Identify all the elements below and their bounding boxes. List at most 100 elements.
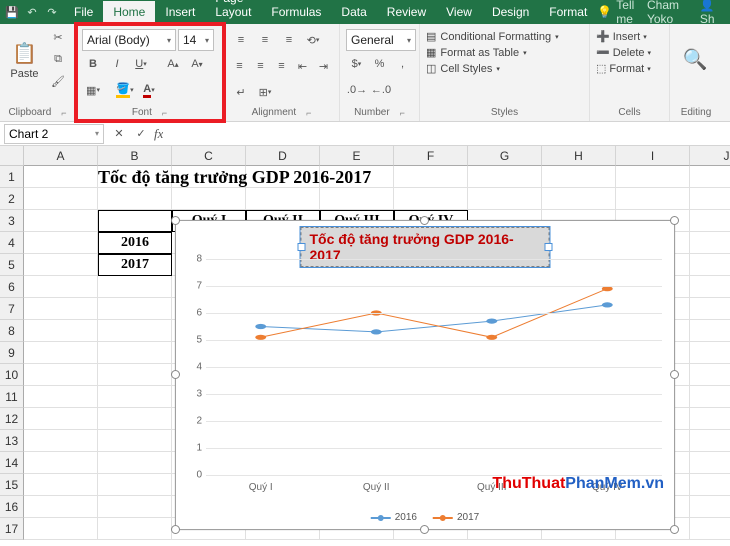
paste-button[interactable]: 📋 Paste bbox=[6, 26, 43, 94]
cell[interactable] bbox=[24, 386, 98, 408]
cell[interactable] bbox=[24, 166, 98, 188]
row-header[interactable]: 13 bbox=[0, 430, 24, 452]
cell[interactable] bbox=[24, 210, 98, 232]
tab-file[interactable]: File bbox=[64, 1, 103, 24]
tab-home[interactable]: Home bbox=[103, 1, 155, 24]
cell[interactable] bbox=[24, 518, 98, 540]
cell-styles-button[interactable]: ◫Cell Styles ▾ bbox=[426, 62, 583, 75]
row-header[interactable]: 11 bbox=[0, 386, 24, 408]
cell[interactable] bbox=[616, 188, 690, 210]
dialog-launcher-icon[interactable]: ⌐ bbox=[306, 108, 311, 118]
spreadsheet-grid[interactable]: ABCDEFGHIJ 1234567891011121314151617 Quý… bbox=[0, 146, 730, 546]
tab-design[interactable]: Design bbox=[482, 1, 539, 24]
tell-me[interactable]: 💡 Tell me bbox=[597, 0, 639, 26]
grow-font-button[interactable]: A▴ bbox=[162, 53, 184, 75]
cell[interactable] bbox=[24, 408, 98, 430]
column-header[interactable]: B bbox=[98, 146, 172, 166]
cell[interactable] bbox=[98, 342, 172, 364]
cell[interactable] bbox=[24, 364, 98, 386]
align-bottom-button[interactable]: ≡ bbox=[278, 29, 300, 51]
column-header[interactable]: F bbox=[394, 146, 468, 166]
format-painter-button[interactable]: 🖌 bbox=[47, 70, 69, 92]
cell[interactable] bbox=[98, 518, 172, 540]
indent-inc-button[interactable]: ⇥ bbox=[314, 55, 333, 77]
row-header[interactable]: 8 bbox=[0, 320, 24, 342]
cell[interactable] bbox=[98, 320, 172, 342]
number-format-combo[interactable]: General▾ bbox=[346, 29, 416, 51]
cell[interactable] bbox=[690, 298, 730, 320]
cell[interactable] bbox=[24, 188, 98, 210]
cell[interactable] bbox=[320, 188, 394, 210]
cell[interactable] bbox=[394, 166, 468, 188]
cell[interactable] bbox=[468, 166, 542, 188]
cell[interactable] bbox=[98, 276, 172, 298]
row-header[interactable]: 16 bbox=[0, 496, 24, 518]
underline-button[interactable]: U▾ bbox=[130, 53, 152, 75]
cell[interactable] bbox=[24, 452, 98, 474]
column-header[interactable]: D bbox=[246, 146, 320, 166]
cancel-formula-button[interactable]: ✕ bbox=[108, 123, 130, 145]
cell[interactable] bbox=[246, 188, 320, 210]
cell[interactable]: 2017 bbox=[98, 254, 172, 276]
column-header[interactable]: C bbox=[172, 146, 246, 166]
resize-handle[interactable] bbox=[420, 216, 429, 225]
dialog-launcher-icon[interactable]: ⌐ bbox=[61, 108, 66, 118]
inc-decimal-button[interactable]: .0→ bbox=[346, 79, 368, 101]
redo-icon[interactable]: ↷ bbox=[44, 4, 60, 20]
cell[interactable] bbox=[690, 386, 730, 408]
row-header[interactable]: 4 bbox=[0, 232, 24, 254]
chart-data-point[interactable] bbox=[255, 324, 266, 329]
cell[interactable] bbox=[98, 496, 172, 518]
resize-handle[interactable] bbox=[420, 525, 429, 534]
tab-format[interactable]: Format bbox=[539, 1, 597, 24]
resize-handle[interactable] bbox=[670, 216, 679, 225]
cell[interactable] bbox=[98, 298, 172, 320]
column-header[interactable]: H bbox=[542, 146, 616, 166]
cell[interactable] bbox=[690, 320, 730, 342]
cell[interactable] bbox=[468, 188, 542, 210]
resize-handle[interactable] bbox=[171, 370, 180, 379]
align-center-button[interactable]: ≡ bbox=[251, 55, 270, 77]
indent-dec-button[interactable]: ⇤ bbox=[293, 55, 312, 77]
cell[interactable] bbox=[616, 166, 690, 188]
formula-input[interactable] bbox=[163, 124, 730, 144]
font-name-combo[interactable]: Arial (Body)▾ bbox=[82, 29, 176, 51]
cell[interactable]: 2016 bbox=[98, 232, 172, 254]
wrap-text-button[interactable]: ↵ bbox=[230, 81, 252, 103]
resize-handle[interactable] bbox=[670, 370, 679, 379]
resize-handle[interactable] bbox=[171, 525, 180, 534]
cell[interactable] bbox=[98, 430, 172, 452]
editing-button[interactable]: 🔍 bbox=[676, 26, 714, 94]
delete-cells-button[interactable]: ➖Delete ▾ bbox=[596, 46, 663, 59]
italic-button[interactable]: I bbox=[106, 53, 128, 75]
copy-button[interactable]: ⧉ bbox=[47, 48, 69, 70]
cell[interactable] bbox=[394, 188, 468, 210]
row-header[interactable]: 9 bbox=[0, 342, 24, 364]
format-as-table-button[interactable]: ▦Format as Table ▾ bbox=[426, 46, 583, 59]
cell[interactable] bbox=[690, 188, 730, 210]
row-header[interactable]: 15 bbox=[0, 474, 24, 496]
row-header[interactable]: 1 bbox=[0, 166, 24, 188]
cell[interactable] bbox=[98, 386, 172, 408]
dec-decimal-button[interactable]: ←.0 bbox=[370, 79, 392, 101]
row-header[interactable]: 14 bbox=[0, 452, 24, 474]
enter-formula-button[interactable]: ✓ bbox=[130, 123, 152, 145]
cell[interactable] bbox=[690, 166, 730, 188]
align-left-button[interactable]: ≡ bbox=[230, 55, 249, 77]
cell[interactable] bbox=[690, 276, 730, 298]
cell[interactable] bbox=[98, 474, 172, 496]
bold-button[interactable]: B bbox=[82, 53, 104, 75]
row-header[interactable]: 5 bbox=[0, 254, 24, 276]
resize-handle[interactable] bbox=[670, 525, 679, 534]
share-button[interactable]: 👤 Sh bbox=[700, 0, 724, 26]
row-header[interactable]: 10 bbox=[0, 364, 24, 386]
cell[interactable] bbox=[690, 254, 730, 276]
chart-legend[interactable]: 2016 2017 bbox=[371, 512, 480, 523]
row-header[interactable]: 7 bbox=[0, 298, 24, 320]
tab-data[interactable]: Data bbox=[331, 1, 376, 24]
cell[interactable] bbox=[690, 210, 730, 232]
resize-handle[interactable] bbox=[171, 216, 180, 225]
row-header[interactable]: 2 bbox=[0, 188, 24, 210]
cell[interactable] bbox=[24, 474, 98, 496]
cell[interactable] bbox=[98, 452, 172, 474]
